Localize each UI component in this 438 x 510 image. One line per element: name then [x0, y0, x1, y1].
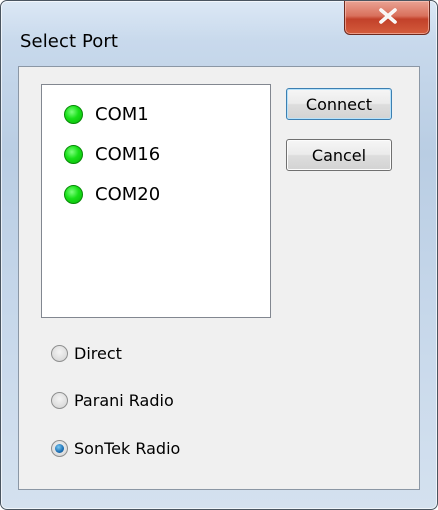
radio-parani-radio[interactable]: Parani Radio: [51, 388, 174, 412]
status-dot-icon: [64, 184, 83, 204]
radio-direct[interactable]: Direct: [51, 341, 122, 365]
status-dot-icon: [64, 144, 83, 164]
cancel-button[interactable]: Cancel: [286, 139, 392, 171]
list-item-com16[interactable]: COM16: [64, 140, 160, 168]
radio-button-icon: [51, 391, 68, 409]
port-label: COM16: [95, 143, 161, 165]
port-listbox[interactable]: COM1 COM16 COM20: [41, 84, 271, 318]
list-item-com1[interactable]: COM1: [64, 100, 149, 128]
close-icon: [379, 8, 397, 24]
port-label: COM1: [95, 103, 149, 125]
window-title: Select Port: [20, 31, 119, 52]
port-label: COM20: [95, 183, 161, 205]
radio-button-icon: [51, 344, 68, 362]
radio-sontek-radio[interactable]: SonTek Radio: [51, 436, 180, 460]
dialog-client-area: COM1 COM16 COM20 Connect Cancel Direct P…: [18, 66, 420, 490]
radio-button-selected-icon: [51, 439, 68, 457]
select-port-dialog: Select Port COM1 COM16 COM20 Connect Can…: [0, 0, 438, 510]
list-item-com20[interactable]: COM20: [64, 180, 160, 208]
radio-label: Direct: [74, 343, 122, 363]
close-button[interactable]: [344, 1, 430, 35]
radio-label: Parani Radio: [74, 390, 174, 410]
connect-button[interactable]: Connect: [286, 88, 392, 120]
status-dot-icon: [64, 104, 83, 124]
radio-label: SonTek Radio: [74, 438, 181, 458]
